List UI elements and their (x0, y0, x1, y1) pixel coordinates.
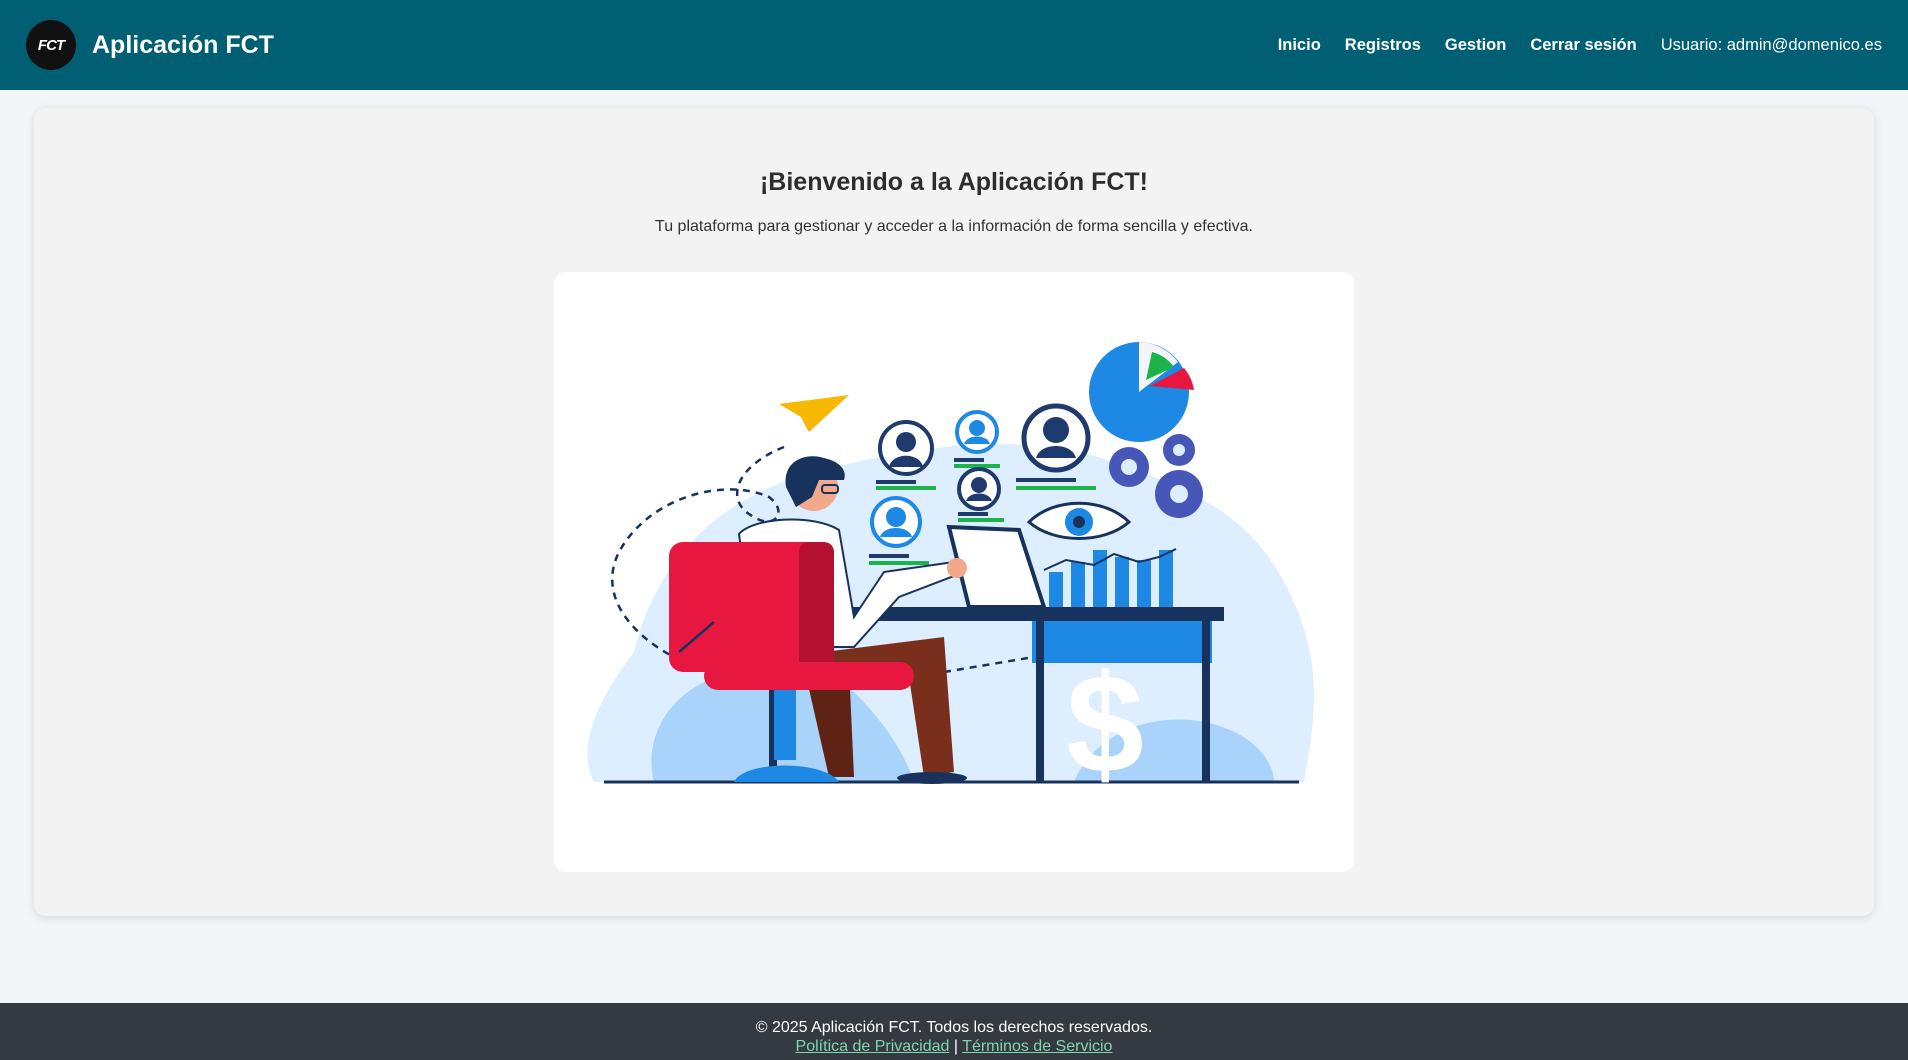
person-at-desk-analytics-illustration: $ (587, 342, 1314, 802)
footer-separator: | (953, 1038, 959, 1055)
paper-plane-icon (779, 395, 849, 432)
welcome-card: ¡Bienvenido a la Aplicación FCT! Tu plat… (34, 108, 1874, 916)
nav-gestion-link[interactable]: Gestion (1445, 36, 1506, 55)
nav-registros-link[interactable]: Registros (1345, 36, 1421, 55)
top-navbar: FCT Aplicación FCT Inicio Registros Gest… (0, 0, 1908, 90)
app-logo[interactable]: FCT (26, 20, 76, 70)
logout-link[interactable]: Cerrar sesión (1530, 36, 1636, 55)
site-footer: © 2025 Aplicación FCT. Todos los derecho… (0, 1003, 1908, 1060)
welcome-subtitle: Tu plataforma para gestionar y acceder a… (655, 218, 1253, 235)
current-user-label: Usuario: admin@domenico.es (1660, 35, 1882, 54)
terms-of-service-link[interactable]: Términos de Servicio (962, 1038, 1112, 1055)
privacy-policy-link[interactable]: Política de Privacidad (796, 1038, 950, 1055)
welcome-heading: ¡Bienvenido a la Aplicación FCT! (759, 168, 1148, 196)
copyright-text: © 2025 Aplicación FCT. Todos los derecho… (755, 1019, 1153, 1036)
nav-inicio-link[interactable]: Inicio (1278, 36, 1321, 55)
dollar-sign-icon: $ (1066, 645, 1144, 802)
footer-links: Política de Privacidad | Términos de Ser… (0, 1037, 1908, 1056)
illustration-panel: $ (554, 272, 1354, 872)
main-nav: Inicio Registros Gestion Cerrar sesión U… (1278, 36, 1882, 55)
app-title[interactable]: Aplicación FCT (92, 31, 274, 60)
